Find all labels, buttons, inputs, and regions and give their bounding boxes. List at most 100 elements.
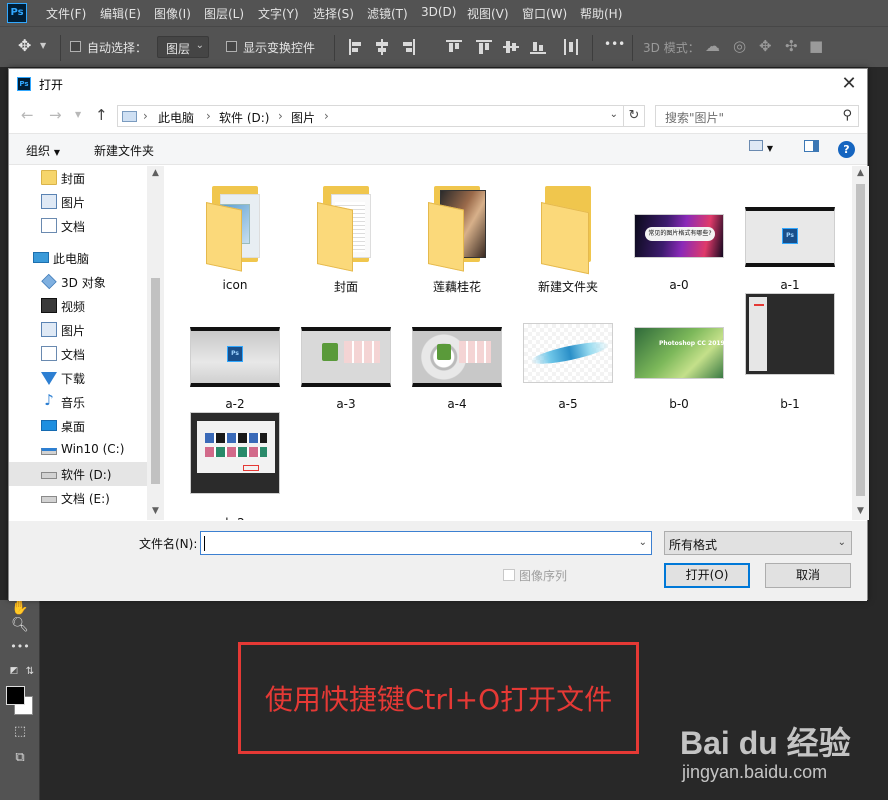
screen-mode-icon[interactable]: ⧉	[10, 750, 30, 765]
breadcrumb-pictures[interactable]: 图片	[291, 109, 315, 126]
image-item[interactable]: Ps a-1	[742, 174, 838, 292]
breadcrumb-chevron-icon[interactable]: ›	[206, 109, 211, 123]
scrollbar-thumb[interactable]	[856, 184, 865, 496]
3d-orbit-icon[interactable]: ☁	[705, 37, 720, 55]
folder-item[interactable]: 莲藕桂花	[409, 174, 505, 294]
scroll-down-arrow-icon[interactable]: ▼	[147, 506, 164, 516]
cancel-button[interactable]: 取消	[765, 563, 851, 588]
scroll-up-arrow-icon[interactable]: ▲	[852, 168, 869, 178]
align-top-alt-icon[interactable]	[476, 39, 492, 55]
scrollbar-thumb[interactable]	[151, 278, 160, 484]
refresh-icon[interactable]: ↻	[623, 106, 644, 126]
sidebar-item-videos[interactable]: 视频	[9, 294, 149, 318]
menu-image[interactable]: 图像(I)	[154, 5, 191, 22]
foreground-color-swatch[interactable]	[6, 686, 25, 705]
sidebar-item-music[interactable]: ♪ 音乐	[9, 390, 149, 414]
image-item[interactable]: Ps a-2	[187, 293, 283, 411]
file-list-scrollbar[interactable]: ▲ ▼	[852, 166, 869, 520]
menu-layer[interactable]: 图层(L)	[204, 5, 244, 22]
image-item[interactable]: a-4	[409, 293, 505, 411]
folder-item[interactable]: 封面	[298, 174, 394, 294]
new-folder-button[interactable]: 新建文件夹	[94, 142, 154, 159]
breadcrumb-chevron-icon[interactable]: ›	[278, 109, 283, 123]
folder-item[interactable]: icon	[187, 174, 283, 292]
image-item[interactable]: Photoshop CC 2019 b-0	[631, 293, 727, 411]
image-item[interactable]: b-2	[187, 412, 283, 520]
close-button[interactable]: ✕	[839, 73, 859, 94]
3d-roll-icon[interactable]: ◎	[733, 37, 746, 55]
quick-mask-icon[interactable]: ⬚	[10, 724, 30, 739]
sidebar-item-drive-e[interactable]: 文档 (E:)	[9, 486, 149, 510]
sidebar-item-drive-c[interactable]: Win10 (C:)	[9, 438, 149, 462]
breadcrumb-this-pc[interactable]: 此电脑	[158, 109, 194, 126]
image-item[interactable]: a-3	[298, 293, 394, 411]
scroll-up-arrow-icon[interactable]: ▲	[147, 168, 164, 178]
menu-type[interactable]: 文字(Y)	[258, 5, 299, 22]
sidebar-item-downloads[interactable]: 下载	[9, 366, 149, 390]
back-arrow-icon[interactable]: ←	[21, 106, 34, 124]
file-format-select[interactable]: 所有格式 ⌄	[664, 531, 852, 555]
filename-input[interactable]: ⌄	[200, 531, 652, 555]
3d-pan-icon[interactable]: ✥	[759, 37, 772, 55]
organize-button[interactable]: 组织 ▼	[26, 142, 60, 159]
chevron-down-icon[interactable]: ⌄	[639, 537, 647, 548]
align-center-h-icon[interactable]	[374, 39, 390, 55]
breadcrumb-chevron-icon[interactable]: ›	[143, 109, 148, 123]
sidebar-item-cover[interactable]: 封面	[9, 166, 149, 190]
align-left-icon[interactable]	[348, 39, 364, 55]
scroll-down-arrow-icon[interactable]: ▼	[852, 506, 869, 516]
change-view-icon[interactable]: ▼	[749, 140, 773, 154]
menu-window[interactable]: 窗口(W)	[522, 5, 567, 22]
search-box[interactable]: 搜索"图片" ⚲	[655, 105, 859, 127]
swap-colors-icon[interactable]: ⇅	[20, 666, 40, 677]
sidebar-scrollbar[interactable]: ▲ ▼	[147, 166, 164, 520]
menu-filter[interactable]: 滤镜(T)	[367, 5, 408, 22]
align-top-icon[interactable]	[446, 39, 462, 55]
sidebar-item-this-pc[interactable]: 此电脑	[9, 246, 149, 270]
breadcrumb-drive-d[interactable]: 软件 (D:)	[219, 109, 269, 126]
hand-tool-icon[interactable]: ✋	[10, 600, 30, 616]
image-item[interactable]: 常见的图片格式有哪些? a-0	[631, 174, 727, 292]
3d-scale-icon[interactable]: ■	[809, 37, 823, 55]
recent-locations-chevron-icon[interactable]: ▼	[75, 110, 81, 119]
menu-edit[interactable]: 编辑(E)	[100, 5, 141, 22]
address-bar[interactable]: › 此电脑 › 软件 (D:) › 图片 › ⌄ ↻	[117, 105, 645, 127]
align-center-v-icon[interactable]	[503, 39, 519, 55]
sidebar-item-documents-quick[interactable]: 文档	[9, 214, 149, 238]
menu-file[interactable]: 文件(F)	[46, 5, 86, 22]
sidebar-item-3d-objects[interactable]: 3D 对象	[9, 270, 149, 294]
menu-view[interactable]: 视图(V)	[467, 5, 509, 22]
folder-item[interactable]: 新建文件夹	[520, 174, 616, 294]
auto-select-target-select[interactable]: 图层 ⌄	[157, 36, 209, 58]
auto-select-checkbox[interactable]	[70, 41, 81, 52]
edit-toolbar-icon[interactable]: •••	[10, 640, 30, 653]
image-item[interactable]: a-5	[520, 293, 616, 411]
menu-select[interactable]: 选择(S)	[313, 5, 354, 22]
forward-arrow-icon[interactable]: →	[49, 106, 62, 124]
zoom-tool-icon[interactable]: 🔍︎	[10, 617, 30, 633]
move-tool-icon[interactable]: ✥	[18, 36, 31, 55]
show-transform-checkbox[interactable]	[226, 41, 237, 52]
tool-preset-chevron-icon[interactable]: ▼	[40, 41, 46, 50]
align-right-icon[interactable]	[400, 39, 416, 55]
breadcrumb-chevron-icon[interactable]: ›	[324, 109, 329, 123]
align-bottom-icon[interactable]	[530, 39, 546, 55]
3d-slide-icon[interactable]: ✣	[785, 37, 798, 55]
sidebar-item-drive-d[interactable]: 软件 (D:)	[9, 462, 149, 486]
open-button[interactable]: 打开(O)	[664, 563, 750, 588]
image-item[interactable]: b-1	[742, 293, 838, 411]
sidebar-item-desktop[interactable]: 桌面	[9, 414, 149, 438]
sidebar-item-pictures[interactable]: 图片	[9, 318, 149, 342]
menu-help[interactable]: 帮助(H)	[580, 5, 622, 22]
image-sequence-checkbox[interactable]	[503, 569, 515, 581]
more-options-icon[interactable]: •••	[604, 37, 625, 51]
help-icon[interactable]: ?	[838, 141, 855, 158]
address-history-chevron-icon[interactable]: ⌄	[610, 109, 618, 120]
up-arrow-icon[interactable]: ↑	[95, 106, 108, 124]
sidebar-item-pictures-quick[interactable]: 图片	[9, 190, 149, 214]
menu-3d[interactable]: 3D(D)	[421, 5, 456, 19]
search-icon[interactable]: ⚲	[842, 108, 852, 123]
preview-pane-icon[interactable]	[804, 140, 819, 155]
distribute-icon[interactable]	[563, 39, 579, 55]
sidebar-item-documents[interactable]: 文档	[9, 342, 149, 366]
